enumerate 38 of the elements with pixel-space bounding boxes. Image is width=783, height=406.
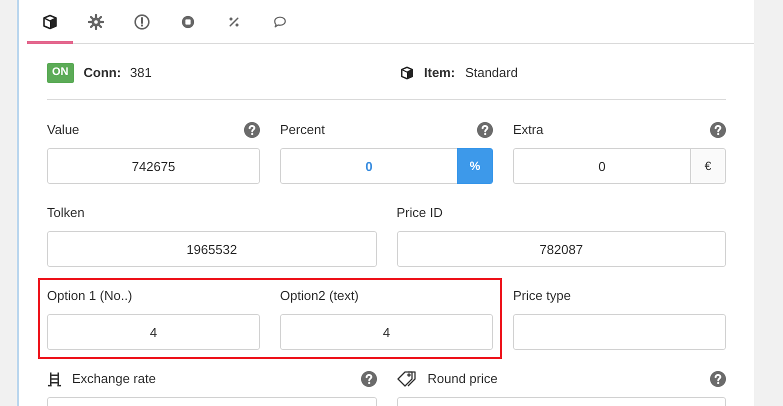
tag-icon [396, 371, 418, 387]
help-icon[interactable] [244, 122, 260, 138]
item-value: Standard [465, 64, 518, 82]
input-field[interactable]: 4 [280, 314, 493, 350]
conn-label: Conn: [84, 64, 122, 82]
percent-icon [228, 16, 240, 28]
help-icon[interactable] [710, 371, 726, 387]
cube-icon [42, 14, 58, 30]
field-label: Price ID [396, 204, 444, 222]
help-icon[interactable] [360, 371, 376, 387]
unit-addon: € [690, 148, 726, 184]
ladder-icon [47, 371, 62, 387]
cube-icon [400, 66, 414, 80]
input-field[interactable]: 1965532 [47, 231, 376, 267]
field-label: Option 1 (No..) [47, 287, 134, 306]
field-label: Price type [513, 287, 572, 306]
field-label: Option2 (text) [280, 287, 360, 306]
field-label: Percent [280, 121, 326, 140]
conn-value: 381 [130, 64, 152, 82]
unit-addon: % [457, 148, 493, 184]
help-icon[interactable] [477, 122, 493, 138]
input-field[interactable]: 0 [513, 148, 690, 184]
speech-bubble-icon [273, 15, 287, 29]
input-field[interactable]: 742675 [47, 148, 260, 184]
help-icon[interactable] [710, 122, 726, 138]
item-label: Item: [424, 64, 456, 82]
input-field[interactable] [513, 314, 726, 350]
field-label: Value [47, 121, 80, 140]
alert-icon [134, 14, 150, 30]
field-label: Tolken [47, 204, 86, 222]
stop-icon [181, 15, 195, 29]
input-field[interactable]: 782087 [396, 231, 726, 267]
field-label: Exchange rate [72, 370, 157, 388]
gear-icon [88, 14, 104, 30]
input-field[interactable]: 4 [47, 314, 260, 350]
field-label: Round price [428, 370, 499, 388]
field-label: Extra [513, 121, 544, 140]
status-badge: ON [47, 62, 74, 82]
